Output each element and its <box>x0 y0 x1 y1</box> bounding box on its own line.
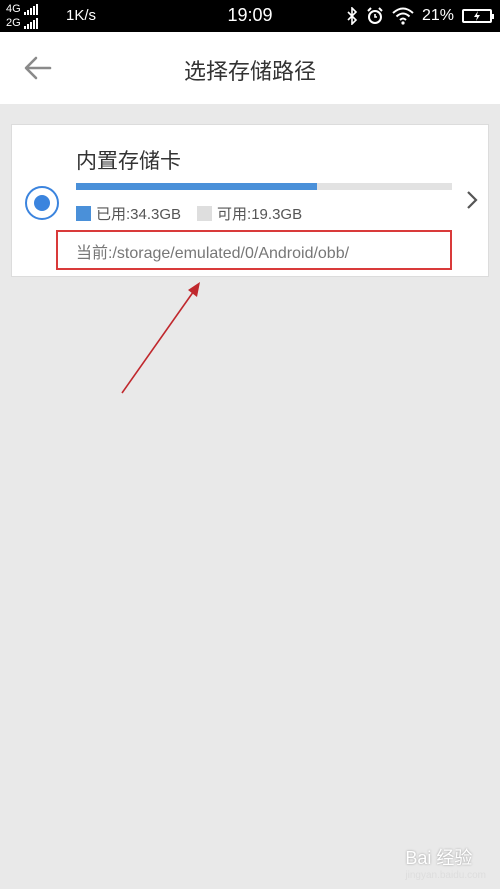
radio-selected-dot <box>34 195 50 211</box>
status-bar: 4G 2G 1K/s 19:09 21% <box>0 0 500 32</box>
status-icons: 21% <box>346 5 494 27</box>
page-title: 选择存储路径 <box>183 60 316 85</box>
battery-percent: 21% <box>421 7 454 24</box>
used-label: 已用:34.3GB <box>96 206 182 223</box>
alarm-icon <box>367 7 383 24</box>
watermark: Bai 经验 jingyan.baidu.com <box>405 844 486 881</box>
battery-icon <box>462 9 494 23</box>
free-label: 可用:19.3GB <box>217 206 303 223</box>
storage-name: 内置存储卡 <box>76 149 181 173</box>
free-swatch <box>197 206 213 221</box>
current-path: 当前:/storage/emulated/0/Android/obb/ <box>76 245 350 262</box>
storage-option-card[interactable]: 内置存储卡 已用:34.3GB 可用:19.3GB 当前:/storage/em… <box>11 124 489 277</box>
storage-legend: 已用:34.3GB 可用:19.3GB <box>76 203 302 224</box>
used-swatch <box>76 206 91 221</box>
storage-radio-button[interactable] <box>25 186 59 220</box>
watermark-brand: Bai 经验 <box>405 848 473 868</box>
bluetooth-icon <box>347 7 358 25</box>
chevron-right-icon[interactable] <box>466 190 478 210</box>
app-header: 选择存储路径 <box>0 32 500 104</box>
wifi-icon <box>392 7 414 25</box>
storage-usage-fill <box>76 183 317 190</box>
storage-usage-bar <box>76 183 452 190</box>
watermark-url: jingyan.baidu.com <box>405 870 486 881</box>
